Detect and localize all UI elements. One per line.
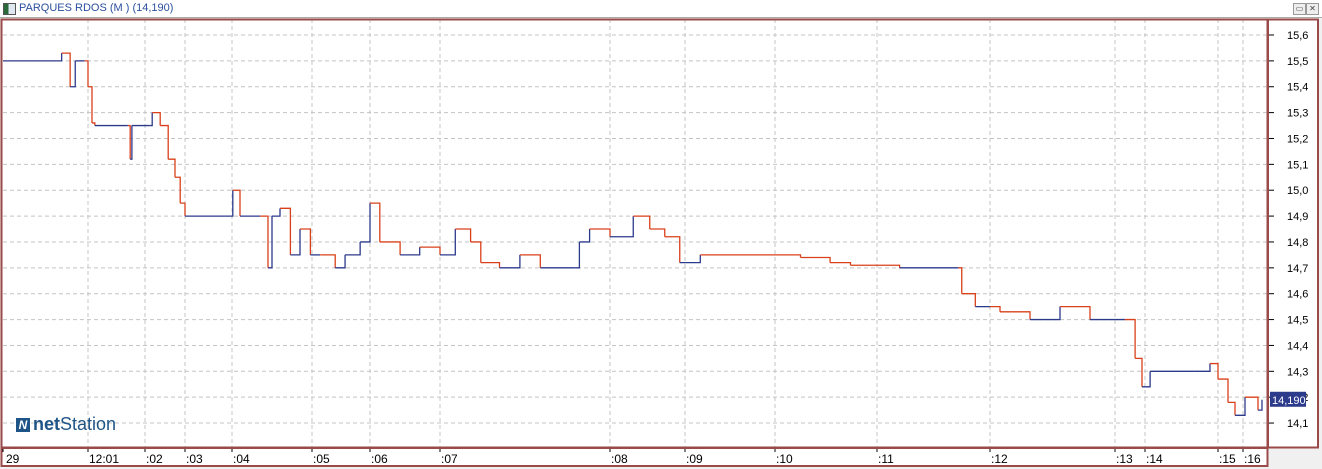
x-tick-label: :05	[313, 452, 330, 466]
restore-button[interactable]: ▭	[1293, 3, 1306, 15]
x-tick-label: :10	[776, 452, 793, 466]
logo-text: Station	[60, 414, 117, 434]
y-tick-label: 14,3	[1287, 366, 1308, 378]
x-tick-label: :08	[611, 452, 628, 466]
y-tick-label: 15,4	[1287, 82, 1308, 94]
last-price-label: 14,190	[1272, 395, 1306, 407]
x-tick-label: :02	[146, 452, 163, 466]
plot-area	[1, 19, 1268, 448]
y-tick-label: 14,9	[1287, 211, 1308, 223]
x-tick-label: 12:01	[89, 452, 119, 466]
x-tick-label: 29	[6, 452, 20, 466]
x-tick-label: :14	[1146, 452, 1163, 466]
x-tick-label: :09	[686, 452, 703, 466]
x-tick-label: :03	[186, 452, 203, 466]
y-tick-label: 14,8	[1287, 237, 1308, 249]
y-tick-label: 15,6	[1287, 30, 1308, 42]
price-chart: 15,6 15,5 15,4 15,3 15,2 15,1 15,0 14,9 14,8 14,7…	[0, 18, 1319, 467]
y-tick-label: 15,2	[1287, 133, 1308, 145]
x-tick-label: :12	[991, 452, 1008, 466]
netstation-logo: N net Station	[16, 414, 116, 435]
close-button[interactable]: ✕	[1306, 3, 1319, 15]
y-tick-label: 15,1	[1287, 159, 1308, 171]
window-titlebar: PARQUES RDOS (M ) (14,190) ▭ ✕	[0, 0, 1322, 18]
y-tick-label: 14,1	[1287, 418, 1308, 430]
y-tick-label: 15,5	[1287, 56, 1308, 68]
x-tick-label: :07	[441, 452, 458, 466]
y-tick-label: 15,3	[1287, 108, 1308, 120]
y-tick-label: 14,7	[1287, 263, 1308, 275]
x-tick-label: :15	[1219, 452, 1236, 466]
window-icon	[3, 3, 16, 15]
x-tick-label: :13	[1116, 452, 1133, 466]
logo-text-bold: net	[33, 414, 60, 434]
y-tick-label: 14,6	[1287, 289, 1308, 301]
x-tick-label: :16	[1244, 452, 1261, 466]
y-tick-label: 15,0	[1287, 185, 1308, 197]
x-tick-label: :11	[878, 452, 894, 466]
y-tick-label: 14,4	[1287, 340, 1308, 352]
logo-mark-icon: N	[16, 417, 30, 432]
x-tick-label: :06	[371, 452, 388, 466]
y-tick-label: 14,5	[1287, 315, 1308, 327]
x-tick-label: :04	[233, 452, 250, 466]
window-title: PARQUES RDOS (M ) (14,190)	[19, 2, 174, 14]
